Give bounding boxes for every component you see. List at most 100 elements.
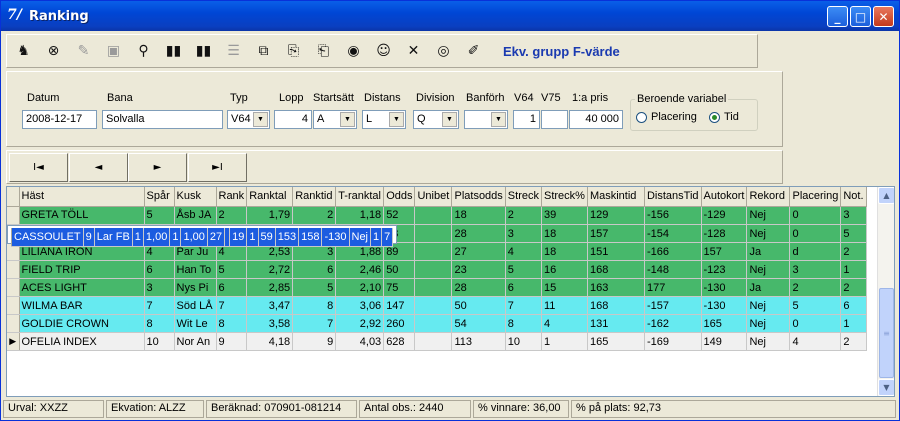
- table-cell[interactable]: [414, 206, 453, 225]
- binoculars-icon[interactable]: ⊗: [40, 38, 67, 65]
- table-cell[interactable]: -130: [701, 278, 748, 297]
- table-cell[interactable]: FIELD TRIP: [19, 260, 145, 279]
- save-icon[interactable]: ▣: [100, 38, 127, 65]
- table-cell[interactable]: 54: [451, 314, 506, 333]
- column-header[interactable]: Streck%: [541, 187, 588, 207]
- table-row[interactable]: WILMA BAR 7 Söd LÅ 7 3,47 8 3,06 147 50 7 11 168 -15…: [7, 296, 868, 315]
- table-cell[interactable]: 1,18: [335, 206, 385, 225]
- scroll-up-button[interactable]: ▲: [878, 187, 894, 204]
- table-cell[interactable]: 7: [505, 296, 542, 315]
- table-cell[interactable]: Nys Pi: [174, 278, 217, 297]
- bana-field[interactable]: Solvalla: [102, 110, 223, 129]
- table-cell[interactable]: 75: [383, 278, 416, 297]
- column-header[interactable]: Platsodds: [451, 187, 506, 207]
- column-header[interactable]: T-ranktal: [335, 187, 385, 207]
- tid-radio[interactable]: Tid: [709, 111, 739, 123]
- table-cell[interactable]: 157: [701, 242, 748, 261]
- table-cell[interactable]: 2,46: [335, 260, 385, 279]
- table-cell[interactable]: Ja: [746, 278, 791, 297]
- last-record-button[interactable]: ►I: [188, 153, 247, 182]
- eye-icon[interactable]: ◎: [430, 38, 457, 65]
- table-cell[interactable]: 2: [840, 278, 868, 297]
- table-cell[interactable]: 131: [587, 314, 645, 333]
- table-cell[interactable]: GRETA TÖLL: [19, 206, 145, 225]
- table-cell[interactable]: 1: [246, 228, 259, 247]
- table-cell[interactable]: 9: [216, 332, 248, 351]
- table-cell[interactable]: Nej: [746, 206, 791, 225]
- table-cell[interactable]: 3: [144, 278, 175, 297]
- column-header[interactable]: Maskintid: [587, 187, 645, 207]
- table-cell[interactable]: 163: [587, 278, 645, 297]
- table-cell[interactable]: Nej: [349, 228, 372, 247]
- table-cell[interactable]: 8: [505, 314, 542, 333]
- table-cell[interactable]: -130: [701, 296, 748, 315]
- table-cell[interactable]: 59: [258, 228, 276, 247]
- table-cell[interactable]: 52: [383, 206, 416, 225]
- table-cell[interactable]: 1: [370, 228, 383, 247]
- table-cell[interactable]: [414, 224, 453, 243]
- table-cell[interactable]: 153: [275, 228, 300, 247]
- column-header[interactable]: Kusk: [174, 187, 217, 207]
- table-cell[interactable]: 23: [451, 260, 506, 279]
- table-cell[interactable]: Han To: [174, 260, 217, 279]
- startsatt-select[interactable]: A ▼: [313, 110, 357, 129]
- column-header[interactable]: Ranktid: [292, 187, 337, 207]
- table-cell[interactable]: -128: [701, 224, 748, 243]
- first-record-button[interactable]: I◄: [9, 153, 68, 182]
- table-cell[interactable]: -154: [644, 224, 702, 243]
- list-icon[interactable]: ☰: [220, 38, 247, 65]
- table-cell[interactable]: 1: [541, 332, 588, 351]
- table-cell[interactable]: -157: [644, 296, 702, 315]
- table-cell[interactable]: Nej: [746, 314, 791, 333]
- scroll-thumb[interactable]: ≡: [879, 288, 894, 378]
- table-cell[interactable]: 27: [207, 228, 226, 247]
- v75-field[interactable]: [541, 110, 568, 129]
- table-cell[interactable]: 6: [216, 278, 248, 297]
- table-cell[interactable]: 4: [789, 332, 842, 351]
- table-cell[interactable]: 177: [644, 278, 702, 297]
- table-row[interactable]: GRETA TÖLL 5 Åsb JA 2 1,79 2 1,18 52 18 2 39 129 -15…: [7, 206, 868, 225]
- datum-field[interactable]: 2008-12-17: [22, 110, 97, 129]
- table-cell[interactable]: [414, 260, 453, 279]
- table-cell[interactable]: 2: [216, 206, 248, 225]
- table-cell[interactable]: GOLDIE CROWN: [19, 314, 145, 333]
- table-cell[interactable]: 6: [840, 296, 868, 315]
- table-cell[interactable]: d: [789, 242, 842, 261]
- table-cell[interactable]: 129: [587, 206, 645, 225]
- table-cell[interactable]: 3: [789, 260, 842, 279]
- table-cell[interactable]: 1: [132, 228, 144, 247]
- table-cell[interactable]: 18: [451, 206, 506, 225]
- table-cell[interactable]: OFELIA INDEX: [19, 332, 145, 351]
- table-cell[interactable]: 4: [505, 242, 542, 261]
- table-cell[interactable]: 5: [144, 206, 175, 225]
- table-cell[interactable]: 50: [451, 296, 506, 315]
- table-cell[interactable]: Söd LÅ: [174, 296, 217, 315]
- vertical-scrollbar[interactable]: ▲ ≡ ▼: [877, 187, 894, 396]
- table-cell[interactable]: 1: [840, 260, 868, 279]
- column-header[interactable]: Autokort: [701, 187, 748, 207]
- table-cell[interactable]: 1,79: [246, 206, 294, 225]
- table-cell[interactable]: 6: [292, 260, 337, 279]
- table-cell[interactable]: 2: [292, 206, 337, 225]
- table-cell[interactable]: 5: [840, 224, 868, 243]
- table-cell[interactable]: 165: [701, 314, 748, 333]
- table-cell[interactable]: 27: [451, 242, 506, 261]
- table-cell[interactable]: 9: [83, 228, 95, 247]
- table-cell[interactable]: 2: [505, 206, 542, 225]
- table-cell[interactable]: 7: [381, 228, 394, 247]
- table-row[interactable]: FIELD TRIP 6 Han To 5 2,72 6 2,46 50 23 5 16 168 -14…: [7, 260, 868, 279]
- table-cell[interactable]: 5: [216, 260, 248, 279]
- table-cell[interactable]: 4: [541, 314, 588, 333]
- column-header[interactable]: DistansTid: [644, 187, 702, 207]
- table-cell[interactable]: 10: [144, 332, 175, 351]
- table-cell[interactable]: 8: [144, 314, 175, 333]
- column-header[interactable]: Placering: [789, 187, 842, 207]
- table-cell[interactable]: -130: [321, 228, 350, 247]
- table-cell[interactable]: 0: [789, 206, 842, 225]
- table-cell[interactable]: 2,85: [246, 278, 294, 297]
- table-cell[interactable]: 8: [292, 296, 337, 315]
- table-cell[interactable]: [414, 332, 453, 351]
- table-cell[interactable]: 7: [216, 296, 248, 315]
- table-cell[interactable]: 19: [229, 228, 248, 247]
- column-header[interactable]: Rekord: [746, 187, 791, 207]
